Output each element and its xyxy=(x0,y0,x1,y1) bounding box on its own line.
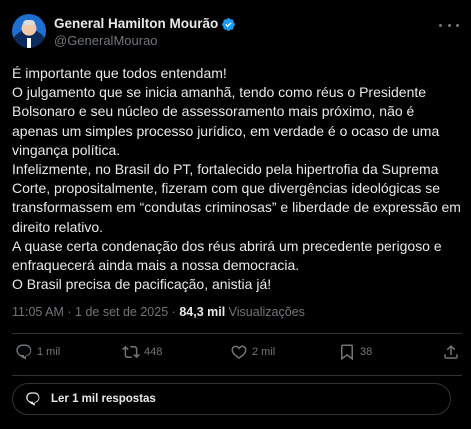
reply-icon xyxy=(16,344,32,360)
author-names: General Hamilton Mourão @GeneralMourao xyxy=(54,14,236,49)
more-icon[interactable] xyxy=(439,18,459,32)
repost-icon xyxy=(122,345,140,359)
divider xyxy=(12,333,462,334)
more-dot xyxy=(447,23,451,27)
post-paragraph: O julgamento que se inicia amanhã, tendo… xyxy=(12,84,440,158)
views-label: Visualizações xyxy=(228,305,305,319)
reply-button[interactable]: 1 mil xyxy=(15,343,60,361)
post-date[interactable]: 1 de set de 2025 xyxy=(75,305,168,319)
meta-separator: · xyxy=(67,305,72,319)
post-meta: 11:05 AM · 1 de set de 2025 · 84,3 mil V… xyxy=(12,305,305,319)
avatar-hair xyxy=(23,20,35,25)
read-replies-button[interactable]: Ler 1 mil respostas xyxy=(12,383,451,415)
post-paragraph: É importante que todos entendam! xyxy=(12,65,227,81)
read-replies-label: Ler 1 mil respostas xyxy=(51,393,156,405)
more-dot xyxy=(439,23,442,27)
action-bar: 1 mil 448 2 mil 38 xyxy=(0,343,471,367)
views-count: 84,3 mil xyxy=(179,305,226,319)
reply-count: 1 mil xyxy=(37,346,61,358)
like-count: 2 mil xyxy=(252,346,276,358)
reply-bubble-icon xyxy=(26,392,40,406)
post-paragraph: A quase certa condenação dos réus abrirá… xyxy=(12,237,442,274)
divider xyxy=(12,375,462,376)
repost-button[interactable]: 448 xyxy=(122,343,162,361)
post-header: General Hamilton Mourão @GeneralMourao xyxy=(12,14,236,54)
share-button[interactable] xyxy=(442,343,460,361)
avatar[interactable] xyxy=(12,14,46,48)
bookmark-count-button[interactable]: 38 xyxy=(338,343,372,361)
avatar-shirt xyxy=(27,38,31,48)
post-paragraph: Infelizmente, no Brasil do PT, fortaleci… xyxy=(12,161,461,235)
bookmark-icon xyxy=(341,344,353,361)
verified-badge-icon xyxy=(222,17,236,31)
more-dot xyxy=(456,23,459,27)
repost-count: 448 xyxy=(144,346,163,358)
name-row: General Hamilton Mourão xyxy=(54,16,236,32)
post-card: General Hamilton Mourão @GeneralMourao É… xyxy=(0,0,471,429)
like-icon xyxy=(231,345,247,359)
author-handle[interactable]: @GeneralMourao xyxy=(54,33,236,49)
meta-separator: · xyxy=(171,305,176,319)
bookmark-count: 38 xyxy=(360,346,373,358)
like-button[interactable]: 2 mil xyxy=(230,343,275,361)
post-text: É importante que todos entendam! O julga… xyxy=(12,64,464,294)
post-paragraph: O Brasil precisa de pacificação, anistia… xyxy=(12,276,272,293)
post-time[interactable]: 11:05 AM xyxy=(12,305,64,319)
display-name[interactable]: General Hamilton Mourão xyxy=(54,16,218,32)
share-icon xyxy=(444,344,458,359)
